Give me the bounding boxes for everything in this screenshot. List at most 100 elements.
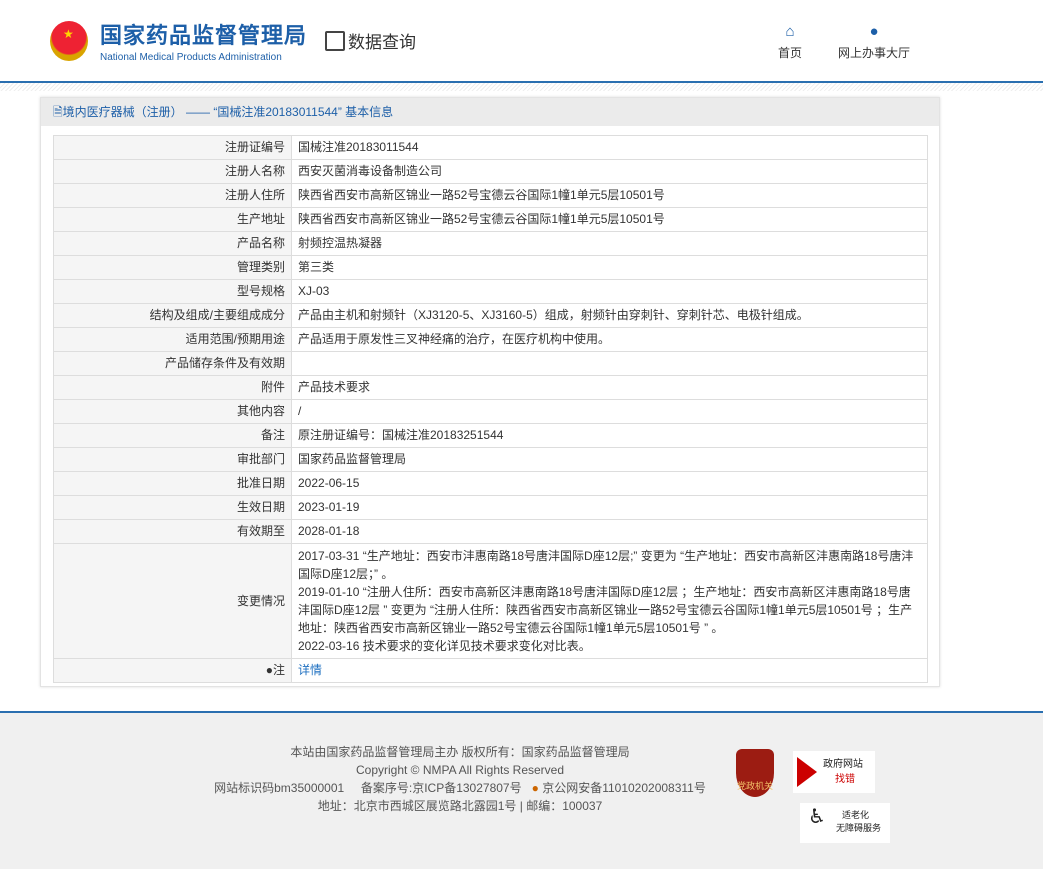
home-icon: ⌂ bbox=[785, 23, 795, 40]
field-label: 备注 bbox=[53, 423, 292, 448]
user-icon: ● bbox=[869, 23, 879, 40]
field-value: 国械注准20183011544 bbox=[291, 135, 928, 160]
logo-title-en: National Medical Products Administration bbox=[100, 52, 282, 63]
field-label: 型号规格 bbox=[53, 279, 292, 304]
nav-home[interactable]: ⌂ 首页 bbox=[778, 24, 802, 61]
change-entry: 2017-03-31 “生产地址：西安市沣惠南路18号唐沣国际D座12层;” 变… bbox=[298, 549, 914, 581]
field-value: 第三类 bbox=[291, 255, 928, 280]
table-row: 审批部门 国家药品监督管理局 bbox=[53, 447, 928, 472]
table-row: 生效日期 2023-01-19 bbox=[53, 495, 928, 520]
field-value: 国家药品监督管理局 bbox=[291, 447, 928, 472]
national-emblem-icon bbox=[50, 20, 88, 61]
field-value bbox=[291, 351, 928, 376]
field-label: 批准日期 bbox=[53, 471, 292, 496]
table-row: 结构及组成/主要组成成分 产品由主机和射频针（XJ3120-5、XJ3160-5）… bbox=[53, 303, 928, 328]
field-value: 原注册证编号：国械注准20183251544 bbox=[291, 423, 928, 448]
table-row: 产品储存条件及有效期 bbox=[53, 351, 928, 376]
site-id: 网站标识码bm35000001 bbox=[214, 781, 345, 795]
note-label: 注 bbox=[272, 663, 285, 677]
field-label: 结构及组成/主要组成成分 bbox=[53, 303, 292, 328]
table-row: 型号规格 XJ-03 bbox=[53, 279, 928, 304]
table-row: 适用范围/预期用途 产品适用于原发性三叉神经痛的治疗，在医疗机构中使用。 bbox=[53, 327, 928, 352]
document-icon: 🗎 bbox=[53, 105, 63, 119]
change-entry: 2019-01-10 “注册人住所：西安市高新区沣惠南路18号唐沣国际D座12层… bbox=[298, 585, 913, 635]
field-label: 产品名称 bbox=[53, 231, 292, 256]
nav-home-label: 首页 bbox=[778, 46, 803, 60]
field-label: 生效日期 bbox=[53, 495, 292, 520]
field-label: 生产地址 bbox=[53, 207, 292, 232]
field-value: 2023-01-19 bbox=[291, 495, 928, 520]
gov-site-error-report-badge[interactable]: 政府网站 找错 bbox=[793, 751, 875, 793]
nav-online-hall[interactable]: ● 网上办事大厅 bbox=[838, 24, 910, 61]
footer-copyright: Copyright © NMPA All Rights Reserved bbox=[355, 763, 565, 777]
table-row: 注册证编号 国械注准20183011544 bbox=[53, 135, 928, 160]
table-row-note: ●注 详情 bbox=[53, 658, 928, 683]
field-value: XJ-03 bbox=[291, 279, 928, 304]
site-footer: 本站由国家药品监督管理局主办 版权所有：国家药品监督管理局 Copyright … bbox=[0, 711, 1043, 869]
field-label: 其他内容 bbox=[53, 399, 292, 424]
table-row-changes: 变更情况 2017-03-31 “生产地址：西安市沣惠南路18号唐沣国际D座12层… bbox=[53, 543, 928, 659]
wheelchair-icon: ♿ bbox=[808, 806, 826, 828]
field-label: 注册证编号 bbox=[53, 135, 292, 160]
field-value: / bbox=[291, 399, 928, 424]
footer-registration: 网站标识码bm35000001 备案序号:京ICP备13027807号 ● 京公… bbox=[200, 779, 720, 797]
field-label: ●注 bbox=[53, 658, 292, 683]
table-row: 其他内容 / bbox=[53, 399, 928, 424]
field-label: 有效期至 bbox=[53, 519, 292, 544]
badge3-bottom: 无障碍服务 bbox=[836, 823, 882, 833]
data-query-title: 数据查询 bbox=[325, 28, 416, 53]
party-gov-label: 党政机关 bbox=[736, 781, 773, 791]
site-header: 国家药品监督管理局 National Medical Products Admi… bbox=[0, 0, 1043, 83]
field-label: 变更情况 bbox=[53, 543, 292, 659]
field-value: 2028-01-18 bbox=[291, 519, 928, 544]
table-row: 生产地址 陕西省西安市高新区锦业一路52号宝德云谷国际1幢1单元5层10501号 bbox=[53, 207, 928, 232]
field-label: 管理类别 bbox=[53, 255, 292, 280]
accessibility-badge[interactable]: ♿ 适老化 无障碍服务 bbox=[800, 803, 890, 843]
field-label: 产品储存条件及有效期 bbox=[53, 351, 292, 376]
badge2-top: 政府网站 bbox=[823, 759, 863, 770]
details-link[interactable]: 详情 bbox=[298, 663, 322, 677]
divider-stripe bbox=[0, 83, 1043, 91]
field-label: 附件 bbox=[53, 375, 292, 400]
lightbulb-icon: ● bbox=[265, 663, 273, 677]
field-value: 射频控温热凝器 bbox=[291, 231, 928, 256]
nav-online-hall-label: 网上办事大厅 bbox=[838, 46, 911, 60]
field-label: 审批部门 bbox=[53, 447, 292, 472]
field-label: 适用范围/预期用途 bbox=[53, 327, 292, 352]
changes-value: 2017-03-31 “生产地址：西安市沣惠南路18号唐沣国际D座12层;” 变… bbox=[291, 543, 928, 659]
field-label: 注册人住所 bbox=[53, 183, 292, 208]
logo-title-cn: 国家药品监督管理局 bbox=[100, 23, 308, 48]
detail-panel: 🗎境内医疗器械（注册） —— “国械注准20183011544” 基本信息 注册… bbox=[40, 97, 940, 687]
party-gov-badge[interactable]: 党政机关 bbox=[736, 749, 774, 797]
field-value: 2022-06-15 bbox=[291, 471, 928, 496]
badge2-bottom: 找错 bbox=[835, 774, 855, 785]
icp-link[interactable]: 备案序号:京ICP备13027807号 bbox=[361, 781, 522, 795]
table-row: 有效期至 2028-01-18 bbox=[53, 519, 928, 544]
footer-sponsor: 本站由国家药品监督管理局主办 版权所有：国家药品监督管理局 bbox=[290, 745, 630, 759]
table-row: 产品名称 射频控温热凝器 bbox=[53, 231, 928, 256]
field-label: 注册人名称 bbox=[53, 159, 292, 184]
table-row: 附件 产品技术要求 bbox=[53, 375, 928, 400]
site-logo[interactable]: 国家药品监督管理局 National Medical Products Admi… bbox=[50, 18, 307, 63]
table-row: 注册人住所 陕西省西安市高新区锦业一路52号宝德云谷国际1幢1单元5层10501号 bbox=[53, 183, 928, 208]
section-label: 数据查询 bbox=[348, 33, 416, 52]
table-row: 注册人名称 西安灭菌消毒设备制造公司 bbox=[53, 159, 928, 184]
footer-address: 地址：北京市西城区展览路北露园1号 | 邮编：100037 bbox=[317, 799, 603, 813]
police-badge-icon: ● bbox=[531, 781, 539, 795]
panel-title-text: 境内医疗器械（注册） —— “国械注准20183011544” 基本信息 bbox=[62, 105, 394, 119]
panel-title: 🗎境内医疗器械（注册） —— “国械注准20183011544” 基本信息 bbox=[41, 98, 939, 126]
document-search-icon bbox=[325, 30, 345, 51]
detail-table: 注册证编号 国械注准20183011544 注册人名称 西安灭菌消毒设备制造公司 注册人… bbox=[53, 135, 928, 683]
table-row: 批准日期 2022-06-15 bbox=[53, 471, 928, 496]
field-value: 陕西省西安市高新区锦业一路52号宝德云谷国际1幢1单元5层10501号 bbox=[291, 207, 928, 232]
police-link[interactable]: 京公网安备11010202008311号 bbox=[542, 781, 706, 795]
field-value: 产品适用于原发性三叉神经痛的治疗，在医疗机构中使用。 bbox=[291, 327, 928, 352]
field-value: 产品由主机和射频针（XJ3120-5、XJ3160-5）组成，射频针由穿刺针、穿… bbox=[291, 303, 928, 328]
table-row: 备注 原注册证编号：国械注准20183251544 bbox=[53, 423, 928, 448]
field-value: 西安灭菌消毒设备制造公司 bbox=[291, 159, 928, 184]
badge3-top: 适老化 bbox=[842, 810, 870, 820]
field-value: 陕西省西安市高新区锦业一路52号宝德云谷国际1幢1单元5层10501号 bbox=[291, 183, 928, 208]
field-value: 产品技术要求 bbox=[291, 375, 928, 400]
table-row: 管理类别 第三类 bbox=[53, 255, 928, 280]
change-entry: 2022-03-16 技术要求的变化详见技术要求变化对比表。 bbox=[298, 639, 591, 653]
